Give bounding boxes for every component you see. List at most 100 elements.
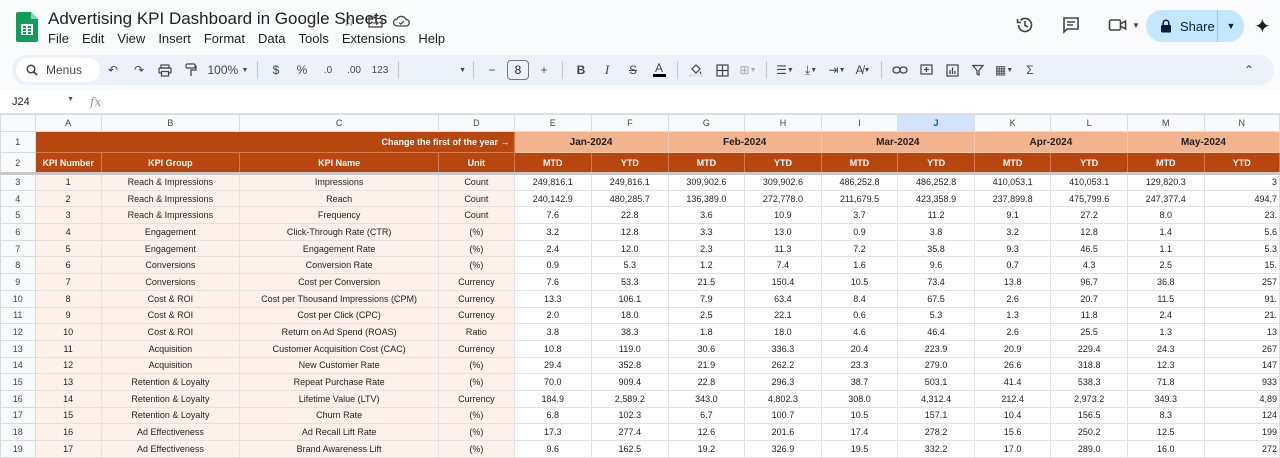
kpi-group-cell[interactable]: Cost & ROI [100,306,241,325]
filter-views-icon[interactable]: ▦ ▼ [993,58,1015,82]
menu-insert[interactable]: Insert [158,31,197,46]
value-cell[interactable]: 124 [1203,406,1280,425]
kpi-number-cell[interactable]: 16 [34,423,102,441]
value-cell[interactable]: 2,973.2 [1050,389,1128,408]
currency-format-button[interactable]: $ [265,58,287,82]
increase-font-size-button[interactable]: + [533,58,555,82]
value-cell[interactable]: 25.5 [1050,323,1128,341]
value-cell[interactable]: 147 [1203,356,1280,375]
value-cell[interactable]: 11.8 [1050,306,1128,325]
row-header[interactable]: 16 [0,389,36,408]
value-cell[interactable]: 11.5 [1126,289,1205,308]
value-cell[interactable]: 20.7 [1050,289,1128,308]
row-header[interactable]: 1 [0,131,36,153]
share-button[interactable]: Share ▼ [1146,10,1244,42]
value-cell[interactable]: 157.1 [897,406,975,425]
value-cell[interactable]: 13.8 [973,273,1052,291]
share-dropdown-chevron-icon[interactable]: ▼ [1218,21,1244,31]
value-cell[interactable]: 289.0 [1050,440,1128,458]
value-cell[interactable]: 2.3 [667,239,746,258]
value-cell[interactable]: 7.2 [820,239,899,258]
value-cell[interactable]: 5.3 [897,306,975,325]
value-cell[interactable]: 240,142.9 [513,189,593,208]
value-cell[interactable]: 22.8 [591,206,669,225]
value-cell[interactable]: 309,902.6 [667,173,746,191]
value-cell[interactable]: 7.9 [667,289,746,308]
italic-icon[interactable]: I [596,58,618,82]
value-cell[interactable]: 20.9 [973,339,1052,358]
kpi-name-cell[interactable]: Churn Rate [239,406,440,425]
redo-icon[interactable]: ↷ [128,58,150,82]
value-cell[interactable]: 162.5 [591,440,669,458]
value-cell[interactable]: 12.5 [1126,423,1205,441]
value-cell[interactable]: 73.4 [897,273,975,291]
paint-format-icon[interactable] [180,58,202,82]
row-header[interactable]: 12 [0,323,36,341]
value-cell[interactable]: 102.3 [591,406,669,425]
column-header-j[interactable]: J [897,114,975,132]
value-cell[interactable]: 21.9 [667,356,746,375]
value-cell[interactable]: 237,899.8 [973,189,1052,208]
column-header-f[interactable]: F [591,114,669,132]
kpi-group-cell[interactable]: Conversions [100,273,241,291]
value-cell[interactable]: 12.6 [667,423,746,441]
value-cell[interactable]: 91. [1203,289,1280,308]
value-cell[interactable]: 1.6 [820,256,899,275]
kpi-name-cell[interactable]: Cost per Click (CPC) [239,306,440,325]
value-cell[interactable]: 46.5 [1050,239,1128,258]
menu-extensions[interactable]: Extensions [342,31,412,46]
kpi-number-cell[interactable]: 10 [34,323,102,341]
value-cell[interactable]: 1.8 [667,323,746,341]
text-color-icon[interactable]: A [648,58,670,82]
font-size-input[interactable]: 8 [507,60,529,80]
value-cell[interactable]: 272 [1203,440,1280,458]
kpi-name-cell[interactable]: Brand Awareness Lift [239,440,440,458]
kpi-group-cell[interactable]: Cost & ROI [100,323,241,341]
value-cell[interactable]: 119.0 [591,339,669,358]
value-cell[interactable]: 4.3 [1050,256,1128,275]
value-cell[interactable]: 21.5 [667,273,746,291]
value-cell[interactable]: 13.0 [744,223,822,241]
row-header[interactable]: 19 [0,440,36,458]
value-cell[interactable]: 229.4 [1050,339,1128,358]
kpi-group-cell[interactable]: Engagement [100,223,241,241]
value-cell[interactable]: 278.2 [897,423,975,441]
value-cell[interactable]: 486,252.8 [897,173,975,191]
kpi-name-cell[interactable]: Frequency [239,206,440,225]
column-header-d[interactable]: D [438,114,515,132]
menus-search[interactable]: Menus [16,58,100,82]
version-history-icon[interactable] [1012,12,1038,38]
value-cell[interactable]: 13 [1203,323,1280,341]
kpi-number-cell[interactable]: 14 [34,389,102,408]
unit-cell[interactable]: (%) [438,356,515,375]
value-cell[interactable]: 18.0 [744,323,822,341]
kpi-group-cell[interactable]: Cost & ROI [100,289,241,308]
value-cell[interactable]: 19.2 [667,440,746,458]
value-cell[interactable]: 267 [1203,339,1280,358]
value-cell[interactable]: 0.9 [820,223,899,241]
value-cell[interactable]: 7.6 [513,273,593,291]
value-cell[interactable]: 909.4 [591,373,669,391]
kpi-group-cell[interactable]: Conversions [100,256,241,275]
value-cell[interactable]: 53.3 [591,273,669,291]
kpi-name-cell[interactable]: Customer Acquisition Cost (CAC) [239,339,440,358]
unit-cell[interactable]: Currency [438,306,515,325]
value-cell[interactable]: 3.3 [667,223,746,241]
value-cell[interactable]: 352.8 [591,356,669,375]
merge-cells-icon[interactable]: ⊞ ▼ [737,58,759,82]
menu-view[interactable]: View [117,31,151,46]
kpi-group-cell[interactable]: Retention & Loyalty [100,406,241,425]
value-cell[interactable]: 9.1 [973,206,1052,225]
value-cell[interactable]: 336.3 [744,339,822,358]
value-cell[interactable]: 19.5 [820,440,899,458]
value-cell[interactable]: 2.5 [667,306,746,325]
value-cell[interactable]: 9.6 [513,440,593,458]
kpi-number-cell[interactable]: 1 [34,173,102,191]
value-cell[interactable]: 18.0 [591,306,669,325]
document-title[interactable]: Advertising KPI Dashboard in Google Shee… [48,9,387,29]
kpi-number-cell[interactable]: 3 [34,206,102,225]
value-cell[interactable]: 10.4 [973,406,1052,425]
value-cell[interactable]: 29.4 [513,356,593,375]
row-header[interactable]: 17 [0,406,36,425]
value-cell[interactable]: 16.0 [1126,440,1205,458]
